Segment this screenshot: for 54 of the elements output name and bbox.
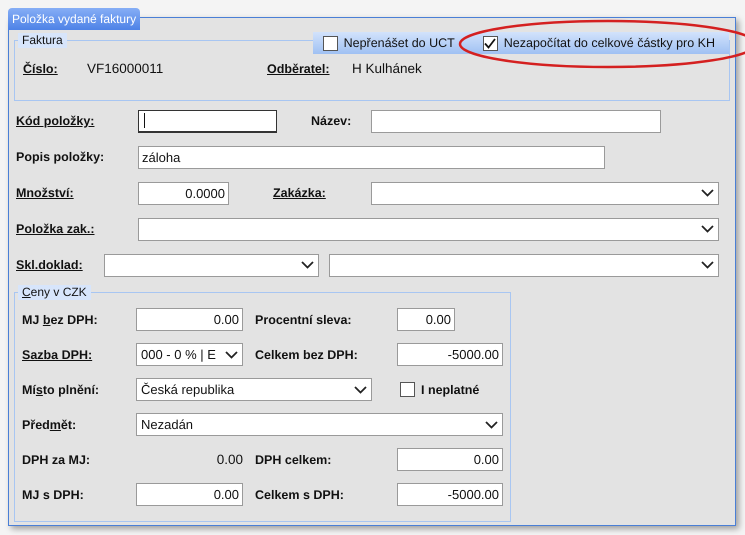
input-field[interactable]: 0.0000 [138, 182, 229, 204]
field-label: Procentní sleva: [255, 312, 352, 326]
group-title: Ceny v CZK [18, 285, 91, 300]
field-label: Místo plnění: [22, 382, 100, 396]
field-label: Číslo: [23, 62, 58, 76]
input-field[interactable]: 0.00 [136, 483, 243, 506]
chevron-down-icon [701, 189, 714, 197]
field-label: Popis položky: [16, 150, 104, 164]
checkbox[interactable] [400, 382, 415, 397]
checkbox[interactable] [482, 36, 498, 50]
chevron-down-icon [701, 225, 714, 233]
dropdown[interactable] [371, 182, 719, 204]
field-label: Celkem bez DPH: [255, 348, 358, 362]
checkbox-label: Nepřenášet do UCT [344, 36, 455, 50]
field-label: Zakázka: [273, 186, 326, 200]
field-value: VF16000011 [87, 61, 164, 76]
input-field[interactable]: 0.00 [397, 308, 455, 331]
chevron-down-icon [301, 261, 314, 269]
field-value: 0.00 [216, 452, 243, 467]
dropdown[interactable] [104, 254, 319, 276]
dropdown[interactable] [138, 218, 719, 240]
field-label: MJ s DPH: [22, 488, 84, 502]
chevron-down-icon [354, 386, 367, 394]
field-label: Kód položky: [16, 114, 94, 128]
input-field[interactable]: záloha [138, 146, 605, 168]
dropdown[interactable] [329, 254, 719, 276]
field-label: Skl.doklad: [16, 258, 83, 272]
dropdown[interactable]: Česká republika [136, 378, 372, 401]
field-label: Předmět: [22, 418, 76, 432]
input-field[interactable] [138, 110, 277, 132]
input-field[interactable]: 0.00 [136, 308, 243, 331]
field-label: MJ bez DPH: [22, 312, 98, 326]
field-label: Sazba DPH: [22, 348, 92, 362]
input-field[interactable]: -5000.00 [397, 343, 503, 366]
field-label: Množství: [16, 186, 74, 200]
input-field[interactable] [371, 110, 661, 132]
field-label: Položka zak.: [16, 222, 94, 236]
checkbox-label: I neplatné [421, 382, 480, 396]
input-field[interactable]: -5000.00 [397, 483, 503, 506]
chevron-down-icon [225, 350, 238, 358]
field-label: Celkem s DPH: [255, 488, 344, 502]
dropdown[interactable]: 000 - 0 % | E [136, 343, 243, 366]
checkbox[interactable] [322, 36, 338, 50]
group-title: Faktura [18, 33, 67, 48]
checkbox-label: Nezapočítat do celkové částky pro KH [504, 36, 715, 50]
field-value: H Kulhánek [352, 61, 422, 76]
field-label: Název: [311, 114, 352, 128]
field-label: DPH za MJ: [22, 452, 90, 466]
field-label: Odběratel: [267, 62, 330, 76]
input-field[interactable]: 0.00 [397, 448, 503, 471]
dropdown[interactable]: Nezadán [136, 413, 503, 436]
field-label: DPH celkem: [255, 452, 332, 466]
chevron-down-icon [701, 261, 714, 269]
chevron-down-icon [485, 420, 498, 428]
